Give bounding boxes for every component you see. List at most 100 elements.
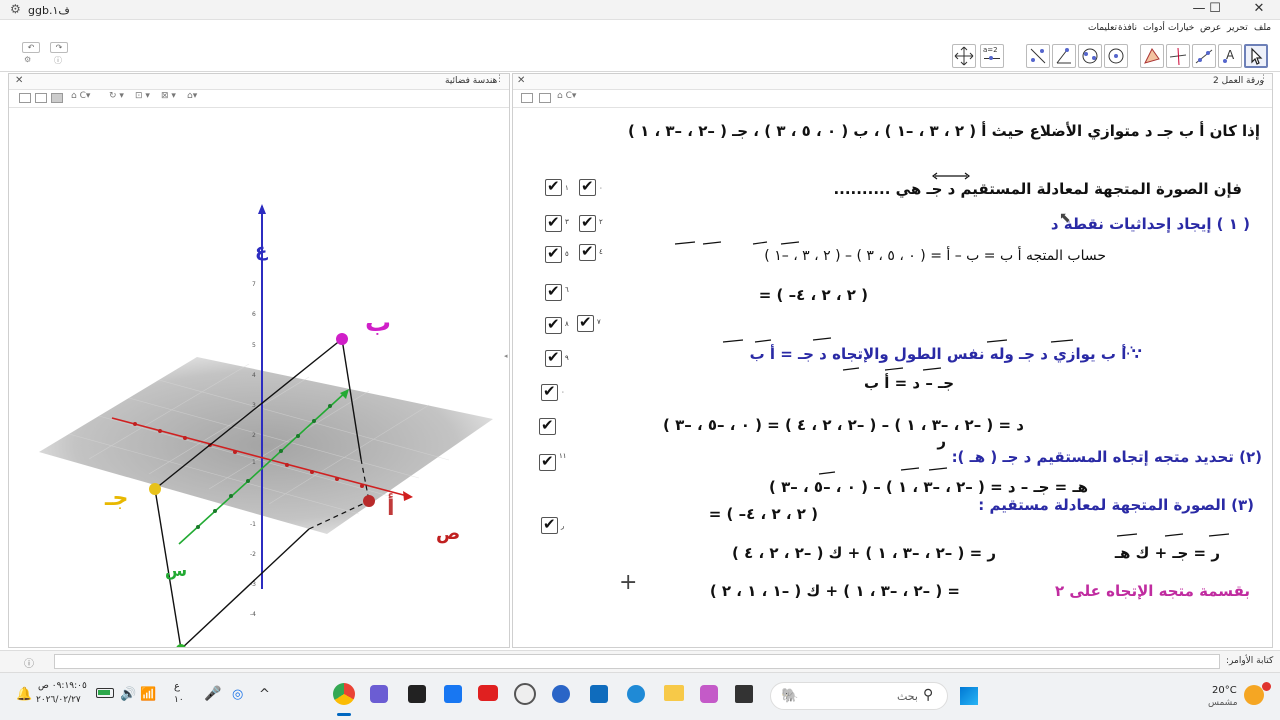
panel-resize-handle[interactable]: ◂: [504, 352, 508, 360]
line-tool-icon[interactable]: [1192, 44, 1216, 68]
checkbox-7[interactable]: [577, 313, 594, 332]
security-icon[interactable]: ◎: [232, 687, 243, 702]
checkbox-4[interactable]: [579, 242, 596, 261]
input-language-sub[interactable]: ١٠: [174, 695, 184, 705]
angle-tool-icon[interactable]: [1052, 44, 1076, 68]
checkbox-1[interactable]: [545, 177, 562, 196]
menu-view[interactable]: عرض: [1200, 23, 1221, 33]
home-icon[interactable]: ⌂ C▾: [71, 91, 90, 101]
polygon-tool-icon[interactable]: [1140, 44, 1164, 68]
youtube-icon[interactable]: [478, 685, 498, 701]
amazon-icon[interactable]: [408, 685, 426, 703]
geogebra-app-icon[interactable]: [514, 683, 536, 705]
plane-toggle-icon[interactable]: [51, 93, 63, 103]
checkbox-8[interactable]: [545, 315, 562, 334]
input-language[interactable]: ع: [174, 681, 180, 692]
volume-icon[interactable]: 🔊: [120, 687, 136, 702]
text-tool-icon[interactable]: A: [1218, 44, 1242, 68]
file-explorer-icon[interactable]: [664, 685, 684, 701]
z-tick-1: 1: [252, 459, 256, 466]
label-c: جـ: [104, 486, 128, 511]
graphics-3d-panel[interactable]: ✕ هندسة فضائية ⋮ ⌂ C▾ ↻ ▾ ⊡ ▾ ⊠ ▾ ⌂▾ 7 6…: [8, 73, 510, 648]
checkbox-9[interactable]: [545, 348, 562, 367]
menu-help[interactable]: تعليمات: [1088, 23, 1117, 33]
vector-arrow-marks: [674, 172, 1230, 537]
facebook-icon[interactable]: [444, 685, 462, 703]
taskbar: 20°C مشمس ⚲ بحث 🐘 ^ ◎ 🎤 ع ١٠ 📶 🔊 ٠٩:١٩:٠…: [0, 672, 1280, 720]
axes-toggle-icon[interactable]: [19, 93, 31, 103]
perpendicular-tool-icon[interactable]: [1166, 44, 1190, 68]
geogebra-gear-icon: ⚙: [10, 2, 21, 16]
maximize-button[interactable]: ☐: [1200, 1, 1230, 16]
outlook-icon[interactable]: [590, 685, 608, 703]
copilot-icon[interactable]: [700, 685, 718, 703]
checkbox-10[interactable]: [541, 382, 558, 401]
because-symbol: ∵: [1123, 341, 1134, 360]
menu-window[interactable]: نافذة: [1118, 23, 1137, 33]
label-z-axis: ع: [255, 240, 268, 261]
z-tick-6: 6: [252, 311, 256, 318]
windows-start-icon[interactable]: [960, 687, 978, 705]
weather-sun-icon[interactable]: [1244, 685, 1264, 705]
menu-file[interactable]: ملف: [1254, 23, 1271, 33]
show-hidden-icons-icon[interactable]: ^: [259, 687, 270, 702]
undo-options-icon: ⚙: [24, 55, 32, 64]
weather-desc[interactable]: مشمس: [1208, 698, 1238, 708]
microphone-icon[interactable]: 🎤: [204, 686, 221, 702]
checkbox-5[interactable]: [545, 244, 562, 263]
menu-options[interactable]: خيارات: [1168, 23, 1194, 33]
close-panel-icon[interactable]: ✕: [15, 75, 23, 86]
menu-tools[interactable]: أدوات: [1143, 23, 1165, 33]
label-b: ب: [365, 308, 391, 338]
checkbox-12[interactable]: [539, 452, 556, 471]
reflect-tool-icon[interactable]: [1026, 44, 1050, 68]
circle-tool-icon[interactable]: [1104, 44, 1128, 68]
clipping-icon[interactable]: ⊠ ▾: [161, 91, 176, 101]
task-view-icon[interactable]: [735, 685, 753, 703]
undo-button[interactable]: ↶: [22, 42, 40, 53]
clock-time[interactable]: ٠٩:١٩:٠٥ ص: [38, 681, 87, 691]
crosshair-cursor-icon: +: [619, 570, 638, 595]
search-box[interactable]: ⚲ بحث 🐘: [770, 682, 948, 710]
move-view-tool-icon[interactable]: [952, 44, 976, 68]
help-icon[interactable]: ⓘ: [24, 655, 34, 670]
checkbox-3[interactable]: [545, 213, 562, 232]
command-input[interactable]: [54, 654, 1220, 669]
edge-icon[interactable]: [627, 685, 645, 703]
checkbox-11[interactable]: [539, 416, 556, 435]
move-tool-icon[interactable]: [1244, 44, 1268, 68]
z-tick-5: 5: [252, 342, 256, 349]
wifi-icon[interactable]: 📶: [140, 687, 156, 702]
grid-toggle-icon[interactable]: [35, 93, 47, 103]
menu-edit[interactable]: تحرير: [1227, 23, 1248, 33]
panel-menu-icon[interactable]: ⋮: [495, 74, 504, 84]
close-button[interactable]: ✕: [1244, 1, 1274, 16]
graphics-3d-style-bar: ⌂ C▾ ↻ ▾ ⊡ ▾ ⊠ ▾ ⌂▾: [9, 90, 509, 108]
redo-button[interactable]: ↷: [50, 42, 68, 53]
view-direction-icon[interactable]: ⊡ ▾: [135, 91, 150, 101]
checkbox-2[interactable]: [579, 213, 596, 232]
checkbox-13[interactable]: [541, 515, 558, 534]
rotate-view-icon[interactable]: ↻ ▾: [109, 91, 124, 101]
slider-tool-icon[interactable]: a=2: [980, 44, 1004, 68]
point-a: [363, 495, 375, 507]
graphics-3d-canvas[interactable]: 7 6 5 4 3 2 1 -1 -2 -3 -4 ب أ جـ د: [9, 109, 509, 647]
settings-app-icon[interactable]: [552, 685, 570, 703]
projection-icon[interactable]: ⌂▾: [187, 91, 197, 101]
weather-temp[interactable]: 20°C: [1212, 685, 1237, 696]
label-y-axis: ص: [436, 523, 460, 544]
menu-bar: ملف تحرير عرض خيارات أدوات نافذة تعليمات: [0, 21, 1280, 39]
z-tick-2: 2: [252, 432, 256, 439]
z-tick-4: 4: [252, 372, 256, 379]
label-x-axis: س: [165, 561, 187, 580]
copilot-pwa-icon[interactable]: [370, 685, 388, 703]
chrome-icon[interactable]: [333, 683, 355, 705]
checkbox-6[interactable]: [545, 282, 562, 301]
clock-date[interactable]: ٢٠٢٦/٠٢/٢٧: [36, 695, 81, 705]
notifications-bell-icon[interactable]: 🔔: [16, 687, 32, 702]
battery-icon[interactable]: [96, 688, 114, 698]
checkbox-0[interactable]: [579, 177, 596, 196]
panel-title: هندسة فضائية: [445, 76, 498, 86]
z-tick-m4: -4: [250, 611, 256, 618]
ellipse-tool-icon[interactable]: [1078, 44, 1102, 68]
